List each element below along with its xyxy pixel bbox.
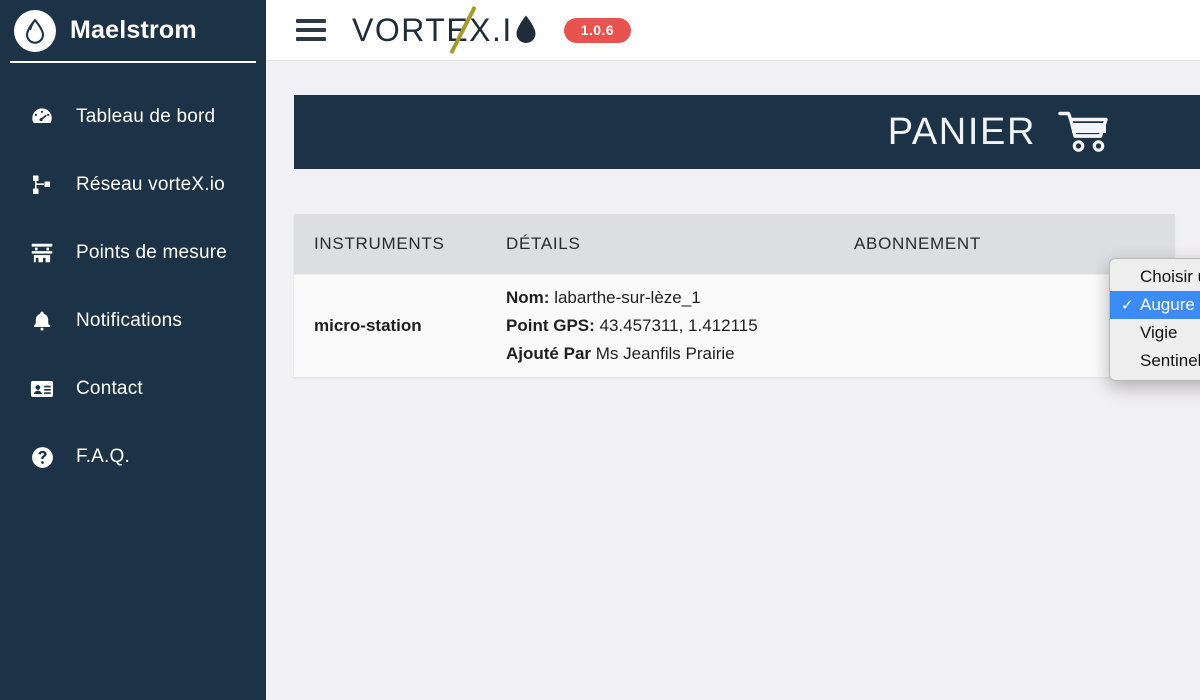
dropdown-option-vigie[interactable]: Vigie (1110, 319, 1200, 347)
detail-line-gps: Point GPS: 43.457311, 1.412115 (506, 312, 854, 340)
question-circle-icon (28, 443, 56, 471)
sidebar-item-label: Points de mesure (76, 242, 228, 263)
maelstrom-logo (14, 9, 56, 52)
detail-label-added-by: Ajouté Par (506, 344, 592, 364)
sidebar-item-contact[interactable]: Contact (0, 355, 266, 423)
sidebar-item-notifications[interactable]: Notifications (0, 287, 266, 355)
brand-header[interactable]: Maelstrom (0, 0, 266, 61)
sidebar-nav: Tableau de bord Réseau vorteX.io Points … (0, 61, 266, 491)
contact-card-icon (28, 375, 56, 403)
measurement-station-icon (28, 239, 56, 267)
subscription-dropdown-popup[interactable]: Choisir un plan Augure Vigie Sentinelle (1109, 258, 1200, 381)
detail-label-nom: Nom: (506, 287, 550, 307)
detail-value-nom: labarthe-sur-lèze_1 (554, 287, 701, 307)
detail-value-gps: 43.457311, 1.412115 (599, 315, 758, 335)
top-bar: VORTE X.I 1.0.6 (266, 0, 1200, 61)
sidebar-item-label: Notifications (76, 310, 183, 331)
dropdown-option-sentinelle[interactable]: Sentinelle (1110, 347, 1200, 375)
cart-table: INSTRUMENTS DÉTAILS ABONNEMENT micro-sta… (294, 214, 1175, 377)
sidebar-item-label: Réseau vorteX.io (76, 174, 225, 195)
version-badge[interactable]: 1.0.6 (563, 17, 631, 43)
detail-label-gps: Point GPS: (506, 315, 595, 335)
sidebar-item-label: Tableau de bord (76, 106, 216, 127)
vortex-logo[interactable]: VORTE X.I (352, 5, 538, 55)
vortex-logo-text: VORTE X.I (352, 11, 538, 49)
main-content: VORTE X.I 1.0.6 PANIER INSTRUMENTS DÉTAI… (266, 0, 1200, 700)
app-root: Maelstrom Tableau de bord Réseau vorteX.… (0, 0, 1200, 700)
dropdown-option-choisir-un-plan[interactable]: Choisir un plan (1110, 263, 1200, 291)
table-row: micro-station Nom: labarthe-sur-lèze_1 P… (294, 274, 1175, 377)
vortex-logo-text-a: VORTE (352, 12, 470, 48)
detail-line-added-by: Ajouté Par Ms Jeanfils Prairie (506, 340, 854, 368)
detail-line-nom: Nom: labarthe-sur-lèze_1 (506, 284, 854, 312)
hamburger-bar (296, 37, 326, 41)
column-header-instruments: INSTRUMENTS (314, 234, 445, 253)
brand-name: Maelstrom (70, 16, 197, 44)
column-header-abonnement: ABONNEMENT (854, 234, 981, 253)
sidebar-divider (10, 61, 256, 63)
bell-icon (28, 307, 56, 335)
panier-banner: PANIER (294, 95, 1200, 169)
hamburger-bar (296, 28, 326, 32)
cell-instrument-name: micro-station (314, 316, 422, 335)
sidebar-item-label: Contact (76, 378, 143, 399)
dashboard-gauge-icon (28, 103, 56, 131)
sidebar-item-reseau-vortex[interactable]: Réseau vorteX.io (0, 151, 266, 219)
hamburger-menu-icon[interactable] (296, 19, 326, 41)
water-drop-icon (514, 14, 538, 52)
sidebar-item-tableau-de-bord[interactable]: Tableau de bord (0, 83, 266, 151)
detail-value-added-by: Ms Jeanfils Prairie (595, 344, 735, 364)
dropdown-option-augure[interactable]: Augure (1110, 291, 1200, 319)
sidebar: Maelstrom Tableau de bord Réseau vorteX.… (0, 0, 266, 700)
table-header-row: INSTRUMENTS DÉTAILS ABONNEMENT (294, 214, 1175, 274)
page-title: PANIER (887, 110, 1036, 153)
hamburger-bar (296, 19, 326, 23)
cell-details: Nom: labarthe-sur-lèze_1 Point GPS: 43.4… (506, 284, 854, 369)
shopping-cart-icon (1058, 109, 1112, 155)
sidebar-item-faq[interactable]: F.A.Q. (0, 423, 266, 491)
column-header-details: DÉTAILS (506, 234, 581, 253)
vortex-logo-text-b: X.I (469, 12, 513, 48)
sidebar-item-points-de-mesure[interactable]: Points de mesure (0, 219, 266, 287)
network-sitemap-icon (28, 171, 56, 199)
sidebar-item-label: F.A.Q. (76, 446, 130, 467)
